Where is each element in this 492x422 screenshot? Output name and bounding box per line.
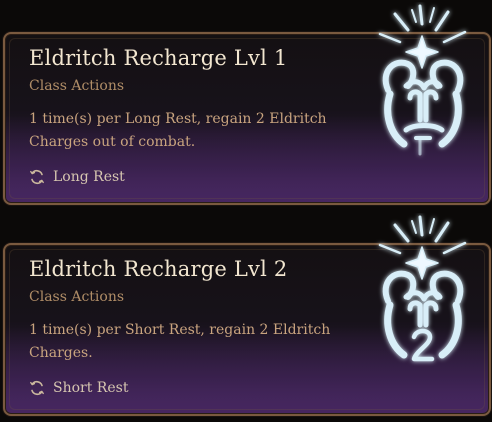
rest-requirement: Long Rest: [29, 169, 125, 185]
refresh-icon: [30, 380, 44, 396]
card-title: Eldritch Recharge Lvl 2: [29, 257, 288, 281]
rest-label: Short Rest: [53, 380, 129, 396]
tooltip-card-eldritch-recharge-2: Eldritch Recharge Lvl 2 Class Actions 1 …: [3, 243, 491, 416]
rest-label: Long Rest: [53, 169, 125, 185]
card-description: 1 time(s) per Long Rest, regain 2 Eldrit…: [29, 111, 327, 150]
card-category: Class Actions: [29, 78, 125, 94]
card-description: 1 time(s) per Short Rest, regain 2 Eldri…: [29, 322, 331, 361]
rest-requirement: Short Rest: [29, 380, 128, 396]
refresh-icon: [30, 169, 44, 185]
card-title: Eldritch Recharge Lvl 1: [29, 46, 288, 70]
card-category: Class Actions: [29, 289, 125, 305]
tooltip-card-eldritch-recharge-1: Eldritch Recharge Lvl 1 Class Actions 1 …: [3, 32, 491, 205]
